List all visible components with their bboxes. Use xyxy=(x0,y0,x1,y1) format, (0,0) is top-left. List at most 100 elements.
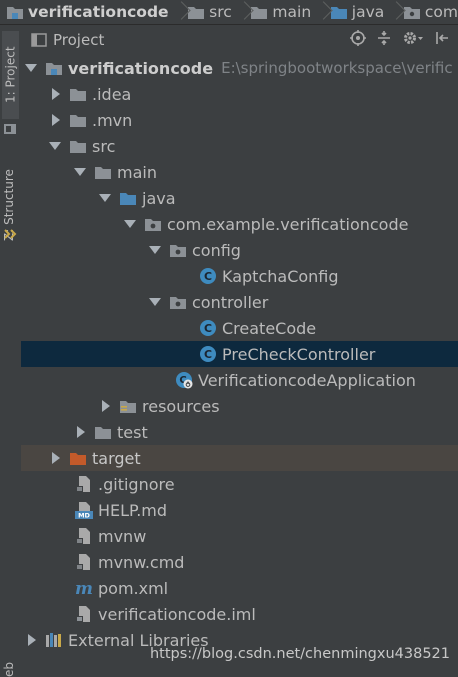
tree-node-precheckcontroller[interactable]: C PreCheckController xyxy=(21,341,458,367)
tree-node-kaptchaconfig[interactable]: C KaptchaConfig xyxy=(21,263,458,289)
breadcrumb-separator xyxy=(390,0,397,24)
project-tab-icon xyxy=(4,124,16,134)
spring-boot-class-icon: C xyxy=(176,372,193,389)
project-tree: verificationcode E:\springbootworkspace\… xyxy=(21,55,458,674)
tree-node-gitignore[interactable]: .gitignore xyxy=(21,471,458,497)
tree-node-mvnw-cmd[interactable]: mvnw.cmd xyxy=(21,549,458,575)
module-folder-icon xyxy=(46,63,62,75)
breadcrumb-label: java xyxy=(351,3,385,21)
svg-text:C: C xyxy=(204,322,212,335)
libraries-icon xyxy=(46,633,61,647)
tab-web-label: eb xyxy=(2,662,16,677)
tree-node-label: verificationcode xyxy=(68,58,214,78)
tree-node-mvn[interactable]: .mvn xyxy=(21,107,458,133)
breadcrumb-item-java[interactable]: java xyxy=(324,0,384,24)
expand-arrow-icon[interactable] xyxy=(25,633,39,647)
text-file-icon xyxy=(76,476,90,492)
folder-icon xyxy=(95,167,111,179)
tree-node-createcode[interactable]: C CreateCode xyxy=(21,315,458,341)
expand-arrow-icon[interactable] xyxy=(74,425,88,439)
tree-node-label: VerificationcodeApplication xyxy=(198,370,416,390)
tree-node-label: main xyxy=(117,162,157,182)
excluded-folder-icon xyxy=(70,453,86,465)
tree-node-idea[interactable]: .idea xyxy=(21,81,458,107)
breadcrumb-item-com[interactable]: com xyxy=(397,0,458,24)
tree-node-pom[interactable]: m pom.xml xyxy=(21,575,458,601)
folder-icon xyxy=(95,427,111,439)
project-panel-header: Project xyxy=(21,25,458,56)
tree-node-test[interactable]: test xyxy=(21,419,458,445)
locate-icon[interactable] xyxy=(350,30,366,46)
tree-node-help[interactable]: MD HELP.md xyxy=(21,497,458,523)
svg-text:C: C xyxy=(204,270,212,283)
source-folder-icon xyxy=(120,193,136,205)
breadcrumb-label: verificationcode xyxy=(28,3,169,21)
breadcrumb-item-main[interactable]: main xyxy=(244,0,311,24)
package-icon xyxy=(170,297,186,309)
expand-arrow-icon[interactable] xyxy=(49,87,63,101)
java-class-icon: C xyxy=(200,320,216,336)
tree-node-label: resources xyxy=(142,396,220,416)
hide-panel-icon[interactable] xyxy=(434,30,450,46)
breadcrumb-label: src xyxy=(209,3,232,21)
collapse-arrow-icon[interactable] xyxy=(25,61,39,75)
tree-node-java[interactable]: java xyxy=(21,185,458,211)
tree-node-config[interactable]: config xyxy=(21,237,458,263)
tree-node-label: controller xyxy=(192,292,269,312)
package-icon xyxy=(170,245,186,257)
tree-node-label: CreateCode xyxy=(222,318,317,338)
markdown-file-icon: MD xyxy=(75,502,93,519)
navigation-breadcrumb: verificationcode src main java com xyxy=(0,0,458,25)
module-folder-icon xyxy=(7,7,23,19)
expand-arrow-icon[interactable] xyxy=(99,399,113,413)
svg-text:C: C xyxy=(204,348,212,361)
collapse-arrow-icon[interactable] xyxy=(99,191,113,205)
tree-node-controller[interactable]: controller xyxy=(21,289,458,315)
collapse-arrow-icon[interactable] xyxy=(49,139,63,153)
tree-node-label: pom.xml xyxy=(98,578,169,598)
tree-node-label: HELP.md xyxy=(98,500,168,520)
tree-node-iml[interactable]: verificationcode.iml xyxy=(21,601,458,627)
tab-project[interactable]: 1: Project xyxy=(2,31,19,119)
tree-node-target[interactable]: target xyxy=(21,445,458,471)
tree-node-label: .gitignore xyxy=(98,474,175,494)
tree-node-label: java xyxy=(142,188,176,208)
tree-node-application[interactable]: C VerificationcodeApplication xyxy=(21,367,458,393)
tab-web[interactable]: eb xyxy=(2,653,16,677)
expand-arrow-icon[interactable] xyxy=(49,451,63,465)
package-icon xyxy=(145,219,161,231)
tree-node-label: KaptchaConfig xyxy=(222,266,339,286)
java-class-icon: C xyxy=(200,346,216,362)
package-icon xyxy=(403,7,420,19)
collapse-arrow-icon[interactable] xyxy=(149,295,163,309)
tree-node-src[interactable]: src xyxy=(21,133,458,159)
java-class-icon: C xyxy=(200,268,216,284)
tree-node-label: PreCheckController xyxy=(222,344,376,364)
tree-node-main[interactable]: main xyxy=(21,159,458,185)
project-panel-title[interactable]: Project xyxy=(53,31,104,49)
breadcrumb-separator xyxy=(238,0,245,24)
maven-icon: m xyxy=(75,579,93,597)
tree-node-resources[interactable]: resources xyxy=(21,393,458,419)
folder-icon xyxy=(70,115,86,127)
tree-node-label: src xyxy=(92,136,116,156)
collapse-all-icon[interactable] xyxy=(376,30,392,46)
gear-icon[interactable] xyxy=(402,30,424,46)
tree-node-root[interactable]: verificationcode E:\springbootworkspace\… xyxy=(21,55,458,81)
tree-node-mvnw[interactable]: mvnw xyxy=(21,523,458,549)
text-file-icon xyxy=(76,528,90,544)
collapse-arrow-icon[interactable] xyxy=(74,165,88,179)
tree-node-label: mvnw xyxy=(98,526,147,546)
collapse-arrow-icon[interactable] xyxy=(124,217,138,231)
breadcrumb-separator xyxy=(317,0,324,24)
breadcrumb-item-verificationcode[interactable]: verificationcode xyxy=(0,0,169,24)
collapse-arrow-icon[interactable] xyxy=(149,243,163,257)
svg-text:m: m xyxy=(75,579,93,597)
tree-node-package[interactable]: com.example.verificationcode xyxy=(21,211,458,237)
expand-arrow-icon[interactable] xyxy=(49,113,63,127)
source-folder-icon xyxy=(330,7,347,19)
project-view-icon xyxy=(31,33,47,47)
watermark-text: https://blog.csdn.net/chenmingxu438521 xyxy=(149,646,450,662)
resources-folder-icon xyxy=(120,401,136,413)
module-file-icon xyxy=(76,606,90,622)
